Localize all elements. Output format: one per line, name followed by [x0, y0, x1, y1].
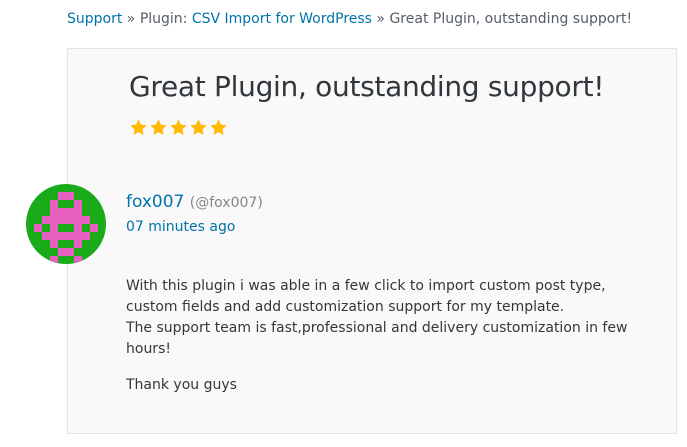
avatar[interactable] [26, 184, 106, 264]
breadcrumb-current: Great Plugin, outstanding support! [389, 11, 633, 27]
review-line: The support team is fast,professional an… [126, 320, 628, 357]
breadcrumb: Support » Plugin: CSV Import for WordPre… [67, 11, 632, 27]
star-icon [150, 119, 167, 135]
review-paragraph: With this plugin i was able in a few cli… [126, 276, 656, 360]
review-paragraph: Thank you guys [126, 377, 237, 393]
review-body: With this plugin i was able in a few cli… [126, 276, 656, 396]
breadcrumb-plugin-link[interactable]: CSV Import for WordPress [192, 11, 372, 27]
author-handle: (@fox007) [189, 195, 263, 211]
star-icon [130, 119, 147, 135]
review-line: With this plugin i was able in a few cli… [126, 278, 606, 315]
author-name-link[interactable]: fox007 [126, 192, 184, 212]
breadcrumb-plugin-prefix: Plugin: [139, 11, 192, 27]
post-timestamp-link[interactable]: 07 minutes ago [126, 219, 235, 235]
review-title: Great Plugin, outstanding support! [129, 70, 605, 103]
star-icon [210, 119, 227, 135]
breadcrumb-support-link[interactable]: Support [67, 11, 122, 27]
breadcrumb-separator: » [371, 11, 390, 27]
breadcrumb-separator: » [122, 11, 140, 27]
author-line: fox007 (@fox007) [126, 192, 263, 212]
avatar-identicon-icon [26, 184, 106, 264]
star-icon [190, 119, 207, 135]
star-rating [129, 118, 228, 137]
star-icon [170, 119, 187, 135]
